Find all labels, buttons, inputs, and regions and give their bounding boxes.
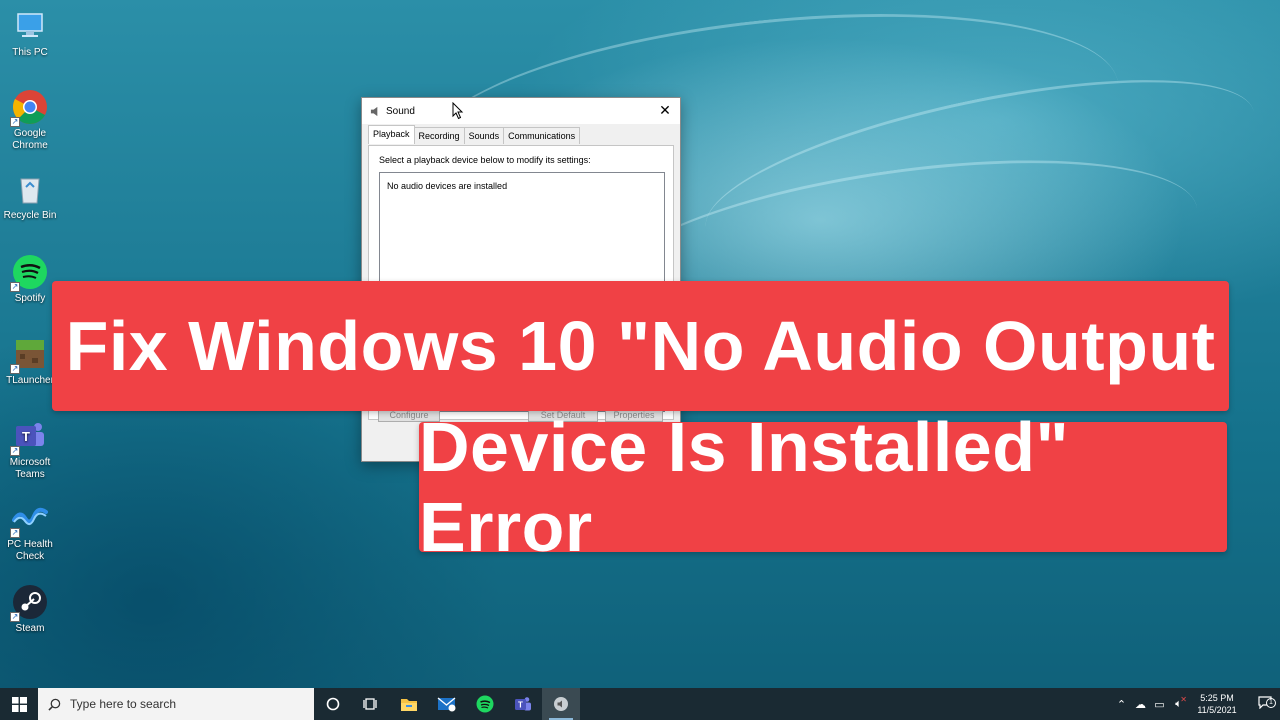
notification-count-badge: 1 — [1266, 698, 1276, 708]
taskbar-clock[interactable]: 5:25 PM 11/5/2021 — [1188, 692, 1246, 716]
taskbar-sound-settings[interactable] — [542, 688, 580, 720]
speaker-icon — [554, 697, 568, 711]
start-button[interactable] — [0, 688, 38, 720]
desktop-icon-label: Recycle Bin — [3, 210, 57, 221]
onedrive-icon[interactable]: ☁ — [1131, 698, 1150, 711]
instruction-text: Select a playback device below to modify… — [379, 155, 591, 165]
tab-sounds[interactable]: Sounds — [463, 127, 505, 144]
cortana-circle-icon — [326, 697, 340, 711]
task-view-button[interactable] — [352, 688, 390, 720]
teams-icon: T — [515, 697, 531, 711]
taskbar-spotify[interactable] — [466, 688, 504, 720]
shortcut-arrow-icon: ↗ — [10, 282, 20, 292]
windows-logo-icon — [11, 696, 27, 712]
desktop-icon-teams[interactable]: T ↗ Microsoft Teams — [0, 418, 60, 481]
desktop-icon-label: PC Health Check — [7, 539, 53, 562]
desktop-icon-label: Steam — [15, 623, 45, 634]
spotify-icon: ↗ — [10, 254, 48, 292]
shortcut-arrow-icon: ↗ — [10, 117, 20, 127]
desktop-icon-tlauncher[interactable]: ↗ TLauncher — [0, 336, 60, 387]
clock-date: 11/5/2021 — [1197, 705, 1237, 715]
tab-recording[interactable]: Recording — [413, 127, 465, 144]
steam-icon: ↗ — [10, 584, 48, 622]
taskbar-teams[interactable]: T — [504, 688, 542, 720]
desktop-icon-steam[interactable]: ↗ Steam — [0, 584, 60, 635]
empty-device-message: No audio devices are installed — [387, 181, 508, 191]
search-icon — [48, 698, 61, 711]
desktop-icon-label: Google Chrome — [12, 128, 48, 151]
dialog-title-bar[interactable]: Sound — [362, 98, 680, 124]
tab-playback[interactable]: Playback — [368, 125, 415, 144]
shortcut-arrow-icon: ↗ — [10, 446, 20, 456]
taskbar-file-explorer[interactable] — [390, 688, 428, 720]
desktop-icon-label: TLauncher — [6, 375, 54, 386]
tab-communications[interactable]: Communications — [503, 127, 581, 144]
clock-time: 5:25 PM — [1200, 693, 1234, 703]
speaker-icon — [370, 106, 378, 116]
desktop-icon-this-pc[interactable]: This PC — [0, 8, 60, 59]
dialog-title: Sound — [386, 105, 415, 117]
desktop-icon-chrome[interactable]: ↗ Google Chrome — [0, 89, 60, 152]
cortana-button[interactable] — [314, 688, 352, 720]
title-banner-line1: Fix Windows 10 "No Audio Output — [52, 281, 1229, 411]
title-banner-line2: Device Is Installed" Error — [419, 408, 1227, 566]
pc-health-check-icon: ↗ — [10, 500, 48, 538]
search-placeholder: Type here to search — [70, 697, 177, 711]
file-explorer-icon — [401, 698, 417, 711]
desktop-icon-label: Microsoft Teams — [9, 457, 51, 480]
desktop-icon-label: This PC — [12, 47, 48, 58]
close-icon[interactable]: ✕ — [656, 102, 674, 120]
taskbar: Type here to search T ⌃ ☁ ▭ 🔈︎ ✕ 5:25 PM … — [0, 688, 1280, 720]
spotify-icon — [476, 695, 494, 713]
svg-text:T: T — [518, 701, 523, 710]
shortcut-arrow-icon: ↗ — [10, 528, 20, 538]
action-center-button[interactable]: 1 — [1250, 696, 1280, 712]
this-pc-icon — [12, 8, 48, 44]
shortcut-arrow-icon: ↗ — [10, 364, 20, 374]
system-tray: ⌃ ☁ ▭ 🔈︎ ✕ 5:25 PM 11/5/2021 1 — [1112, 688, 1280, 720]
volume-muted-icon[interactable]: 🔈︎ ✕ — [1169, 695, 1188, 711]
teams-icon: T ↗ — [10, 418, 48, 456]
recycle-bin-icon — [12, 171, 48, 207]
desktop-icon-label: Spotify — [14, 293, 46, 304]
shortcut-arrow-icon: ↗ — [10, 612, 20, 622]
desktop-icon-recycle-bin[interactable]: Recycle Bin — [0, 171, 60, 222]
taskbar-mail[interactable] — [428, 688, 466, 720]
chevron-up-icon[interactable]: ⌃ — [1112, 698, 1131, 711]
mail-icon — [437, 697, 456, 712]
chrome-icon: ↗ — [10, 89, 48, 127]
desktop-icon-spotify[interactable]: ↗ Spotify — [0, 254, 60, 305]
mouse-cursor-icon — [452, 102, 464, 120]
desktop-icon-pc-health-check[interactable]: ↗ PC Health Check — [0, 500, 60, 563]
svg-text:T: T — [22, 429, 30, 444]
network-icon[interactable]: ▭ — [1150, 698, 1169, 711]
dialog-tabs: Playback Recording Sounds Communications — [368, 125, 581, 144]
task-view-icon — [363, 698, 377, 710]
taskbar-search-box[interactable]: Type here to search — [38, 688, 314, 720]
tlauncher-icon: ↗ — [10, 336, 48, 374]
